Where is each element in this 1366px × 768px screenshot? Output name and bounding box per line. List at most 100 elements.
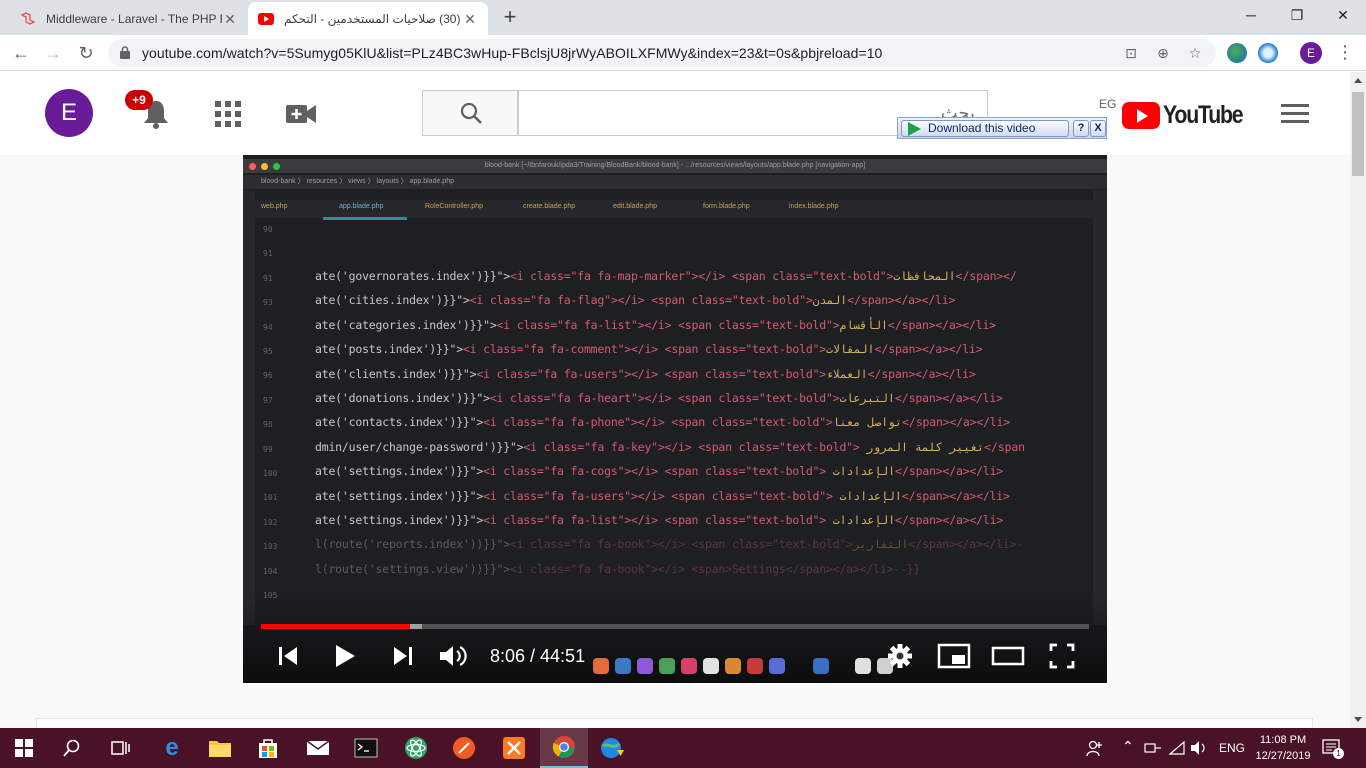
code-token-post: </span></a></li> — [847, 293, 956, 308]
file-explorer-button[interactable] — [196, 728, 244, 768]
play-icon[interactable] — [333, 641, 357, 671]
postman-app-button[interactable] — [440, 728, 488, 768]
video-player[interactable]: blood-bank [~/Ibnfarouk/ipda3/Training/B… — [243, 155, 1107, 683]
edge-app-button[interactable]: e — [148, 728, 196, 768]
folder-icon — [209, 741, 231, 757]
close-window-button[interactable]: ✕ — [1320, 0, 1366, 32]
account-avatar[interactable]: E — [45, 89, 93, 137]
ide-code-line: ate('donations.index')}}"><i class="fa f… — [315, 391, 1003, 405]
youtube-apps-grid-icon[interactable] — [215, 101, 241, 127]
search-icon — [63, 739, 80, 757]
action-center-button[interactable]: 1 — [1322, 738, 1344, 759]
code-token-ar: الإعدادات — [826, 464, 896, 479]
scroll-down-arrow-icon[interactable] — [1354, 717, 1362, 722]
code-token-post: </span></a></li> — [901, 415, 1010, 430]
ide-tab: create.blade.php — [523, 203, 576, 210]
youtube-play-icon — [1122, 101, 1160, 129]
ide-code-line: ate('settings.index')}}"><i class="fa fa… — [315, 464, 1003, 478]
chrome-menu-icon[interactable]: ⋮ — [1336, 41, 1354, 65]
code-token-tag: <i class="fa fa-phone"></i> <span class=… — [483, 415, 833, 430]
settings-gear-icon[interactable] — [887, 641, 913, 671]
guide-menu-icon[interactable] — [1281, 104, 1309, 124]
ide-line-number: 98 — [263, 420, 273, 430]
taskbar-clock[interactable]: 11:08 PM 12/27/2019 — [1252, 732, 1314, 764]
maximize-button[interactable]: ❐ — [1274, 0, 1320, 32]
code-token-post: </span></a></li> — [894, 391, 1003, 405]
clock-time: 11:08 PM — [1259, 734, 1307, 746]
ide-line-number: 101 — [263, 493, 278, 503]
chrome-icon — [552, 736, 575, 758]
page-scrollbar[interactable] — [1350, 72, 1366, 728]
code-token-tag: <i class="fa fa-map-marker"></i> <span c… — [509, 269, 894, 283]
ide-code-line: l(route('settings.view'))}}"><i class="f… — [315, 562, 920, 576]
ide-code-line: dmin/user/change-password')}}"><i class=… — [315, 440, 1025, 454]
ide-code-line: ate('governorates.index')}}"><i class="f… — [315, 269, 1017, 283]
volume-icon[interactable] — [438, 641, 470, 671]
zoom-icon[interactable]: ⊕ — [1153, 44, 1173, 62]
download-panel-close-button[interactable]: X — [1090, 120, 1106, 137]
bookmark-star-icon[interactable]: ☆ — [1185, 44, 1205, 62]
code-token-ar: تواصل معنا — [832, 415, 902, 430]
people-icon[interactable] — [1086, 739, 1104, 757]
mail-icon — [306, 740, 330, 755]
code-token-post: </span></a></li> — [887, 317, 996, 332]
tab-close-icon[interactable]: ✕ — [222, 11, 238, 27]
tab-youtube-video[interactable]: (30) صلاحيات المستخدمين - التحكم ✕ — [248, 2, 488, 35]
new-tab-button[interactable]: + — [498, 6, 522, 30]
minimize-button[interactable]: ─ — [1228, 0, 1274, 32]
speaker-icon[interactable] — [1190, 740, 1208, 756]
translate-icon[interactable]: ⊡ — [1121, 44, 1141, 62]
youtube-icon — [258, 11, 274, 27]
forward-arrow-icon[interactable]: → — [40, 40, 66, 66]
ide-code-line: ate('clients.index')}}"><i class="fa fa-… — [315, 367, 976, 381]
ide-line-number: 90 — [263, 225, 273, 234]
ide-line-number: 99 — [263, 444, 273, 454]
ide-line-number: 102 — [263, 517, 278, 527]
youtube-logo[interactable]: YouTube — [1122, 101, 1256, 129]
next-icon[interactable] — [390, 641, 414, 671]
chrome-app-button[interactable] — [540, 728, 588, 768]
globe-download-icon — [601, 738, 624, 758]
store-app-button[interactable] — [244, 728, 292, 768]
download-video-button[interactable]: Download this video — [901, 120, 1069, 137]
fullscreen-icon[interactable] — [1049, 641, 1075, 671]
ide-window-title: blood-bank [~/Ibnfarouk/ipda3/Training/B… — [484, 162, 866, 169]
mail-app-button[interactable] — [294, 728, 342, 768]
code-token-pre: ate('contacts.index')}}"> — [315, 415, 484, 430]
terminal-app-button[interactable] — [342, 728, 390, 768]
extension-idm-icon[interactable] — [1258, 43, 1278, 63]
address-bar[interactable]: youtube.com/watch?v=5Sumyg05KlU&list=PLz… — [108, 39, 1216, 67]
code-token-tag: <i class="fa fa-list"></i> <span class="… — [483, 513, 826, 527]
theater-mode-icon[interactable] — [991, 641, 1025, 671]
ide-close-dot — [249, 163, 256, 170]
previous-icon[interactable] — [277, 641, 301, 671]
code-token-ar: تغيير كلمة المرور — [859, 439, 985, 454]
download-help-button[interactable]: ? — [1073, 120, 1089, 137]
create-video-icon[interactable] — [286, 103, 316, 125]
search-button[interactable] — [422, 90, 518, 136]
tab-middleware-laravel[interactable]: Middleware - Laravel - The PHP F ✕ — [10, 2, 248, 35]
tray-expand-chevron-icon[interactable]: ⌃ — [1122, 738, 1134, 755]
scroll-up-arrow-icon[interactable] — [1354, 78, 1362, 83]
language-indicator[interactable]: ENG — [1219, 741, 1245, 755]
extension-globe-icon[interactable] — [1227, 43, 1247, 63]
profile-avatar[interactable]: E — [1300, 42, 1322, 64]
scroll-thumb[interactable] — [1352, 92, 1364, 176]
code-token-post: </span></ — [955, 269, 1017, 283]
search-taskbar-button[interactable] — [48, 728, 96, 768]
atom-app-button[interactable] — [392, 728, 440, 768]
ide-titlebar: blood-bank [~/Ibnfarouk/ipda3/Training/B… — [243, 159, 1107, 173]
network-wired-icon[interactable] — [1144, 741, 1162, 755]
miniplayer-icon[interactable] — [937, 641, 971, 671]
code-token-ar: الإعدادات — [826, 513, 896, 527]
reload-icon[interactable]: ↻ — [73, 40, 99, 66]
code-token-post: </span></a></li> — [874, 342, 983, 357]
start-button[interactable] — [0, 728, 48, 768]
xampp-app-button[interactable] — [490, 728, 538, 768]
task-view-button[interactable] — [96, 728, 144, 768]
progress-bar[interactable] — [261, 624, 1089, 629]
back-arrow-icon[interactable]: ← — [8, 40, 34, 66]
tab-close-icon[interactable]: ✕ — [462, 11, 478, 27]
wifi-icon[interactable] — [1168, 740, 1186, 756]
idm-app-button[interactable] — [588, 728, 636, 768]
